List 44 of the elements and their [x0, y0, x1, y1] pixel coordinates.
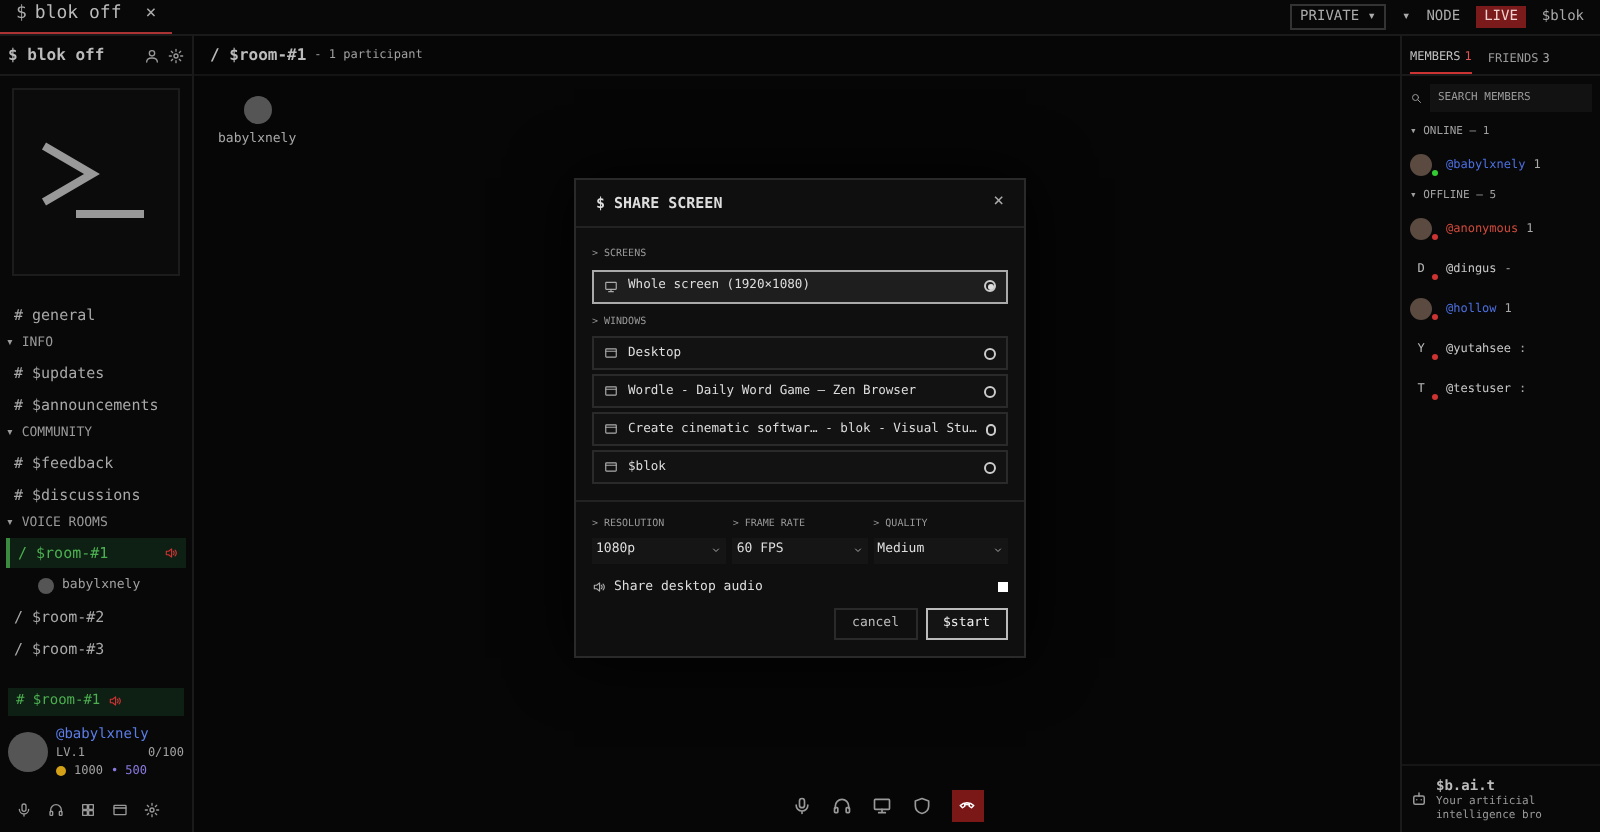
speaker-icon — [108, 694, 123, 708]
monitor-icon[interactable] — [871, 796, 891, 816]
settings-icon[interactable] — [168, 47, 184, 63]
avatar-icon — [8, 731, 48, 772]
microphone-icon[interactable] — [16, 802, 32, 818]
radio-icon — [984, 347, 996, 359]
robot-icon[interactable] — [1410, 790, 1428, 808]
window-icon — [604, 422, 618, 436]
window-icon — [604, 460, 618, 474]
headphones-icon[interactable] — [831, 796, 851, 816]
settings-icon[interactable] — [144, 802, 160, 818]
coin-icon — [56, 766, 66, 776]
speaker-icon — [592, 580, 606, 594]
window-icon — [604, 346, 618, 360]
window-icon[interactable] — [112, 802, 128, 818]
headphones-icon[interactable] — [48, 802, 64, 818]
radio-icon — [984, 280, 996, 292]
window-icon — [604, 384, 618, 398]
caret-icon — [851, 544, 864, 556]
avatar-icon — [1410, 153, 1432, 175]
avatar-icon — [1410, 217, 1432, 239]
checkbox[interactable] — [998, 582, 1008, 592]
radio-icon — [984, 385, 996, 397]
user-icon[interactable] — [144, 47, 160, 63]
speaker-icon — [164, 546, 178, 560]
microphone-icon[interactable] — [791, 796, 811, 816]
phone-icon — [958, 797, 976, 815]
avatar-icon — [38, 577, 54, 593]
grid-icon[interactable] — [80, 802, 96, 818]
avatar-icon — [1410, 297, 1432, 319]
window-tab[interactable]: $ blok off × — [0, 0, 173, 34]
server-title: $ blok off — [8, 43, 105, 67]
radio-icon — [984, 461, 996, 473]
terminal-logo-icon — [12, 88, 180, 276]
avatar-icon — [243, 96, 272, 124]
room-title: / $room-#1 — [210, 43, 307, 67]
shield-icon[interactable] — [911, 796, 931, 816]
search-icon — [1410, 92, 1422, 104]
monitor-icon — [604, 279, 618, 293]
caret-icon — [710, 544, 723, 556]
caret-icon — [991, 544, 1004, 556]
close-button[interactable]: × — [993, 189, 1004, 217]
hang-up-button[interactable] — [951, 790, 983, 822]
radio-icon — [986, 423, 996, 435]
